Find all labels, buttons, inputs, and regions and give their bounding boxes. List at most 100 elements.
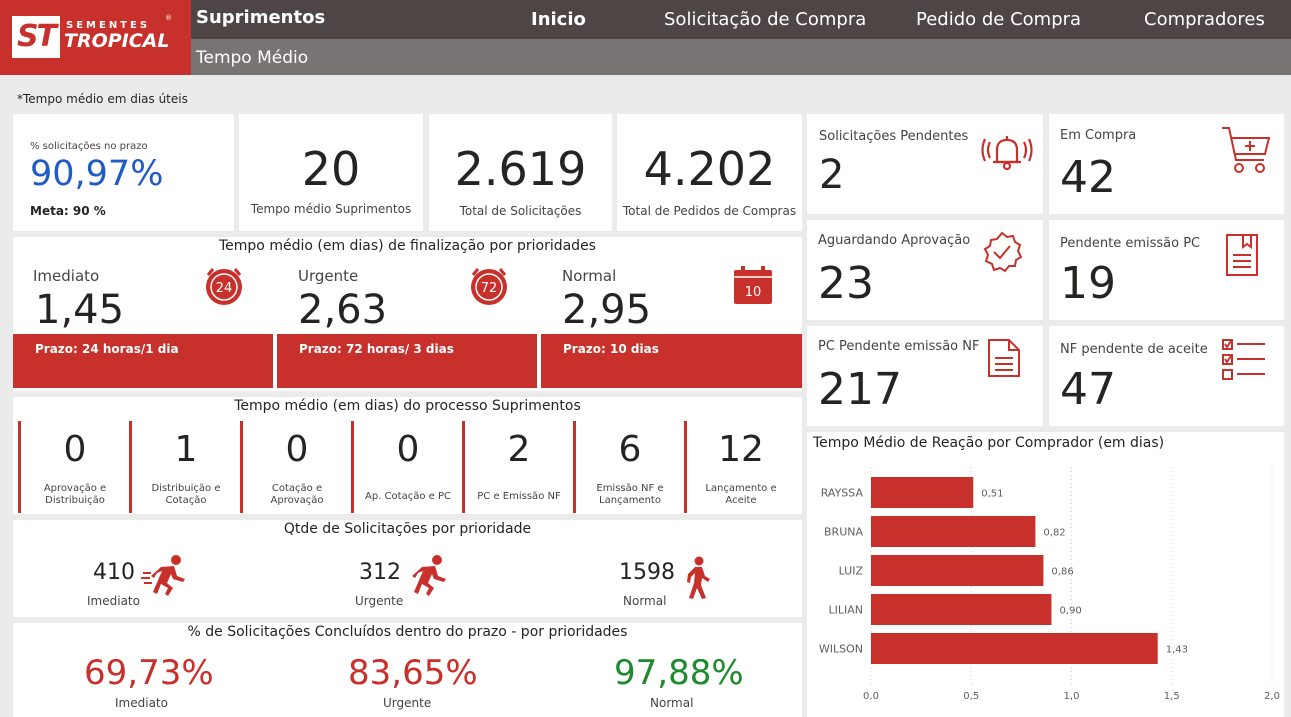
processo-step-value: 6	[618, 429, 642, 470]
bar	[871, 516, 1036, 547]
nav-pedido-compra[interactable]: Pedido de Compra	[916, 9, 1081, 30]
document-bookmark-icon	[1226, 234, 1258, 276]
svg-text:24: 24	[216, 281, 233, 296]
prioridades-card: Tempo médio (em dias) de finalização por…	[13, 237, 802, 391]
svg-text:72: 72	[481, 281, 498, 296]
kpi-total-ped-value: 4.202	[643, 142, 776, 196]
kpi-tempo-value: 20	[301, 142, 361, 196]
processo-step-label: Cotação e Aprovação	[270, 483, 324, 506]
concluidos-card: % de Solicitações Concluídos dentro do p…	[13, 623, 802, 717]
nav-solicitacao-compra[interactable]: Solicitação de Compra	[664, 9, 866, 30]
bar	[871, 555, 1044, 586]
bar	[871, 594, 1052, 625]
nav-inicio[interactable]: Inicio	[531, 9, 586, 30]
status-solicitacoes-pendentes-card: Solicitações Pendentes 2	[807, 114, 1043, 214]
category-label: BRUNA	[824, 526, 863, 539]
processo-step: 0 Ap. Cotação e PC	[351, 421, 462, 513]
calendar-icon: 10	[734, 266, 772, 304]
qtde-label: Normal	[623, 594, 667, 608]
checklist-icon	[1222, 339, 1265, 380]
processo-step-label: Emissão NF e Lançamento	[596, 483, 664, 506]
bar	[871, 477, 974, 508]
kpi-pct-label: % solicitações no prazo	[30, 141, 148, 152]
kpi-pct-prazo-card: % solicitações no prazo 90,97% Meta: 90 …	[13, 114, 234, 231]
concluidos-label: Imediato	[115, 696, 168, 710]
data-label: 0,51	[981, 489, 1003, 500]
status-pendente-emissao-pc-card: Pendente emissão PC 19	[1049, 220, 1284, 320]
processo-step-label: Aprovação e Distribuição	[43, 483, 107, 506]
status-nf-pendente-aceite-card: NF pendente de aceite 47	[1049, 326, 1284, 426]
kpi-pct-value: 90,97%	[30, 154, 164, 194]
kpi-total-solicitacoes-card: 2.619 Total de Solicitações	[429, 114, 612, 231]
processo-step: 6 Emissão NF e Lançamento	[573, 421, 684, 513]
status-label: Solicitações Pendentes	[819, 129, 969, 144]
x-tick-label: 0,5	[963, 691, 979, 702]
kpi-total-ped-label: Total de Pedidos de Compras	[622, 204, 797, 218]
svg-text:10: 10	[745, 285, 762, 300]
x-tick-label: 1,5	[1164, 691, 1180, 702]
concluidos-label: Normal	[650, 696, 694, 710]
status-label: PC Pendente emissão NF	[818, 339, 980, 354]
processo-step-label: Lançamento e Aceite	[705, 483, 777, 506]
status-value: 47	[1060, 364, 1116, 415]
header-bar	[0, 0, 1291, 39]
category-label: RAYSSA	[821, 487, 864, 500]
qtde-title: Qtde de Solicitações por prioridade	[283, 521, 532, 537]
processo-title: Tempo médio (em dias) do processo Suprim…	[234, 398, 581, 414]
kpi-total-sol-label: Total de Solicitações	[459, 204, 582, 218]
logo-mark: ST	[12, 16, 60, 58]
shopping-cart-icon	[1222, 127, 1271, 173]
approval-badge-icon	[983, 231, 1023, 273]
status-value: 19	[1060, 258, 1116, 309]
kpi-total-pedidos-card: 4.202 Total de Pedidos de Compras	[617, 114, 802, 231]
processo-step-value: 0	[285, 429, 309, 470]
status-em-compra-card: Em Compra 42	[1049, 114, 1284, 214]
concluidos-value: 97,88%	[614, 653, 744, 693]
qtde-value: 410	[93, 560, 135, 585]
qtde-label: Imediato	[87, 594, 140, 608]
kpi-total-sol-value: 2.619	[454, 142, 587, 196]
logo-large-text: TROPICAL	[64, 30, 170, 52]
company-logo: ST SEMENTES TROPICAL ®	[0, 0, 191, 75]
page-title: Tempo Médio	[196, 48, 309, 68]
category-label: LILIAN	[829, 604, 864, 617]
processo-step-label: Ap. Cotação e PC	[365, 491, 451, 502]
processo-step-value: 2	[507, 429, 531, 470]
status-pc-pendente-nf-card: PC Pendente emissão NF 217	[807, 326, 1043, 426]
processo-step-value: 0	[396, 429, 420, 470]
status-label: NF pendente de aceite	[1060, 342, 1208, 357]
processo-step-value: 0	[63, 429, 87, 470]
x-tick-label: 0,0	[863, 691, 879, 702]
prioridade-label: Imediato	[33, 267, 100, 285]
bar-chart: 0,0 0,5 1,0 1,5 2,0 RAYSSA 0,51 BRUNA 0,82 LUIZ 0,…	[819, 467, 1280, 702]
concluidos-title: % de Solicitações Concluídos dentro do p…	[187, 624, 628, 640]
data-label: 0,82	[1043, 528, 1065, 539]
clock-24-icon: 24	[206, 268, 242, 305]
document-icon	[988, 339, 1020, 377]
prioridade-value: 1,45	[35, 287, 125, 333]
prioridades-title: Tempo médio (em dias) de finalização por…	[219, 238, 596, 254]
bar	[871, 633, 1158, 664]
concluidos-value: 69,73%	[84, 653, 214, 693]
kpi-tempo-card: 20 Tempo médio Suprimentos	[239, 114, 423, 231]
status-value: 42	[1060, 152, 1116, 203]
prioridade-label: Normal	[562, 267, 617, 285]
status-aguardando-aprovacao-card: Aguardando Aprovação 23	[807, 220, 1043, 320]
data-label: 0,90	[1059, 606, 1081, 617]
status-value: 2	[819, 152, 845, 198]
running-icon	[412, 555, 446, 596]
category-label: LUIZ	[839, 565, 864, 578]
processo-step-value: 12	[718, 429, 764, 470]
footnote: *Tempo médio em dias úteis	[17, 92, 188, 106]
nav-compradores[interactable]: Compradores	[1144, 9, 1265, 30]
prioridade-label: Urgente	[298, 267, 359, 285]
running-fast-icon	[141, 555, 185, 596]
prazo-bar: Prazo: 10 dias	[541, 334, 802, 388]
qtde-value: 312	[359, 560, 401, 585]
data-label: 0,86	[1051, 567, 1073, 578]
bell-alarm-icon	[981, 136, 1033, 171]
data-label: 1,43	[1166, 645, 1188, 656]
processo-card: Tempo médio (em dias) do processo Suprim…	[13, 397, 802, 514]
kpi-tempo-label: Tempo médio Suprimentos	[250, 202, 412, 216]
prioridade-value: 2,95	[562, 287, 652, 333]
